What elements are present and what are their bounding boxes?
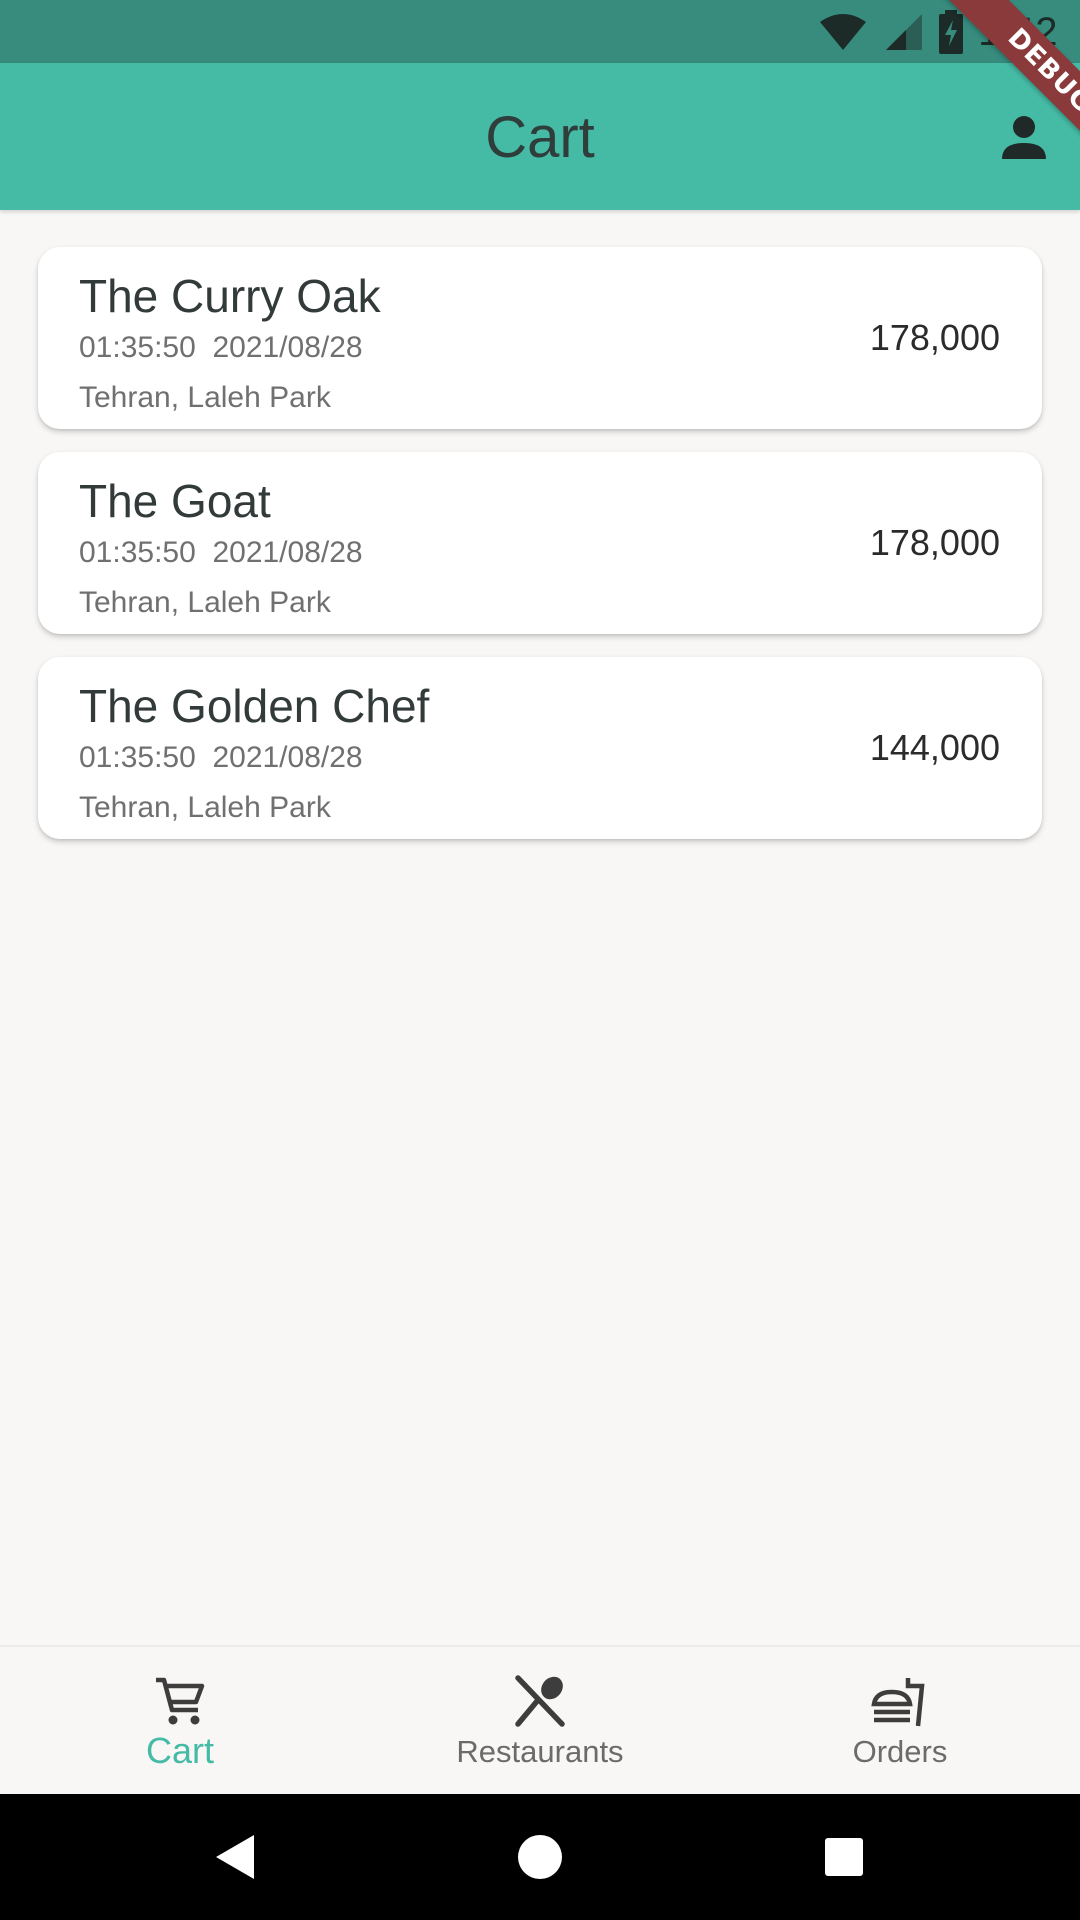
nav-item-cart[interactable]: Cart — [0, 1647, 360, 1796]
order-datetime: 01:35:50 2021/08/28 — [79, 741, 363, 774]
order-datetime: 01:35:50 2021/08/28 — [79, 331, 363, 364]
restaurant-address: Tehran, Laleh Park — [79, 791, 331, 824]
cart-item-card[interactable]: The Golden Chef 01:35:50 2021/08/28 Tehr… — [38, 657, 1042, 839]
cart-item-card[interactable]: The Goat 01:35:50 2021/08/28 Tehran, Lal… — [38, 452, 1042, 634]
status-bar: 1:42 — [0, 0, 1080, 63]
order-datetime: 01:35:50 2021/08/28 — [79, 536, 363, 569]
clock: 1:42 — [978, 9, 1058, 54]
cellular-signal-icon — [886, 14, 923, 50]
nav-label-restaurants: Restaurants — [456, 1734, 624, 1769]
system-navigation-bar — [0, 1794, 1080, 1920]
recents-square-icon — [825, 1838, 863, 1876]
bottom-navigation: Cart Restaurants Orders — [0, 1645, 1080, 1796]
restaurant-name: The Curry Oak — [79, 270, 381, 322]
battery-charging-icon — [939, 10, 964, 54]
restaurant-address: Tehran, Laleh Park — [79, 586, 331, 619]
cart-item-price: 178,000 — [869, 522, 1000, 563]
restaurant-address: Tehran, Laleh Park — [79, 381, 331, 414]
utensils-icon — [515, 1675, 565, 1727]
nav-item-orders[interactable]: Orders — [720, 1647, 1080, 1796]
cart-item-price: 178,000 — [869, 317, 1000, 358]
status-icons: 1:42 — [818, 8, 1058, 56]
system-recents-button[interactable] — [784, 1794, 904, 1920]
cart-list: The Curry Oak 01:35:50 2021/08/28 Tehran… — [38, 247, 1042, 862]
wifi-icon — [820, 14, 867, 50]
system-home-button[interactable] — [480, 1794, 600, 1920]
page-title: Cart — [485, 105, 595, 170]
system-back-button[interactable] — [176, 1794, 296, 1920]
cart-item-price: 144,000 — [869, 727, 1000, 768]
fastfood-icon — [871, 1678, 925, 1727]
person-icon — [1002, 116, 1046, 159]
profile-button[interactable] — [994, 107, 1054, 167]
nav-label-cart: Cart — [145, 1730, 214, 1771]
app-bar: Cart — [0, 63, 1080, 210]
home-circle-icon — [518, 1835, 562, 1879]
nav-label-orders: Orders — [852, 1734, 948, 1769]
cart-item-card[interactable]: The Curry Oak 01:35:50 2021/08/28 Tehran… — [38, 247, 1042, 429]
restaurant-name: The Golden Chef — [79, 680, 430, 732]
restaurant-name: The Goat — [79, 475, 271, 527]
back-triangle-icon — [216, 1835, 254, 1879]
cart-icon — [156, 1677, 205, 1725]
nav-item-restaurants[interactable]: Restaurants — [360, 1647, 720, 1796]
